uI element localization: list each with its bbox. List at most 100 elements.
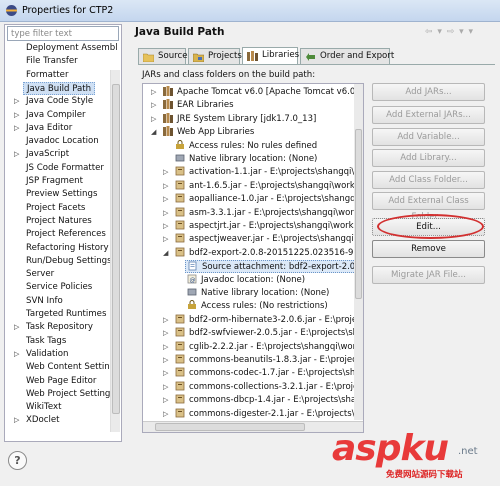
tree-row[interactable]: commons-dbcp-1.4.jar - E:\projects\shang… (175, 394, 363, 407)
tree-row[interactable]: activation-1.1.jar - E:\projects\shangqi… (175, 166, 363, 179)
nav-item[interactable]: Java Compiler (26, 109, 86, 122)
add-external-jars-button[interactable]: Add External JARs... (372, 106, 485, 124)
tab-libraries[interactable]: Libraries (242, 47, 299, 64)
tree-twisty-icon[interactable]: ◢ (163, 247, 168, 260)
nav-item[interactable]: Web Project Settings (26, 388, 115, 401)
nav-item[interactable]: Web Page Editor (26, 375, 96, 388)
tree-vertical-scrollbar[interactable] (354, 84, 363, 420)
nav-item[interactable]: XDoclet (26, 414, 60, 427)
nav-item[interactable]: Server (26, 268, 54, 281)
tree-row[interactable]: aspectjrt.jar - E:\projects\shangqi\work… (175, 220, 363, 233)
nav-item[interactable]: Java Editor (26, 122, 72, 135)
nav-item[interactable]: Java Build Path (23, 81, 96, 95)
tab-projects[interactable]: Projects (188, 48, 242, 64)
tree-row[interactable]: Source attachment: bdf2-export-2.0.8-20 (185, 260, 363, 274)
nav-scroll-thumb[interactable] (112, 84, 120, 414)
add-library-button[interactable]: Add Library... (372, 149, 485, 167)
tab-source[interactable]: Source (138, 48, 188, 64)
tree-twisty-icon[interactable]: ▷ (163, 220, 168, 233)
tree-row[interactable]: @ Javadoc location: (None) (187, 274, 305, 287)
migrate-jar-file-button[interactable]: Migrate JAR File... (372, 266, 485, 284)
nav-expand-icon[interactable]: ▷ (14, 348, 22, 361)
tree-row[interactable]: bdf2-orm-hibernate3-2.0.6.jar - E:\proje… (175, 314, 363, 327)
tab-order-and-export[interactable]: Order and Export (300, 48, 394, 64)
tree-twisty-icon[interactable]: ▷ (163, 314, 168, 327)
nav-item[interactable]: Java Code Style (26, 95, 93, 108)
tree-row[interactable]: commons-digester-2.1.jar - E:\projects\s… (175, 408, 363, 421)
nav-item[interactable]: Deployment Assembl (26, 42, 118, 55)
history-nav-icons[interactable]: ⇦ ▾ ⇨ ▾ ▾ (425, 27, 474, 37)
tree-row[interactable]: ant-1.6.5.jar - E:\projects\shangqi\work… (175, 180, 363, 193)
nav-item[interactable]: JavaScript (26, 148, 69, 161)
tree-row[interactable]: commons-codec-1.7.jar - E:\projects\shan… (175, 367, 363, 380)
nav-item[interactable]: Formatter (26, 69, 68, 82)
nav-scrollbar[interactable] (110, 70, 120, 432)
tree-twisty-icon[interactable]: ▷ (163, 354, 168, 367)
nav-item[interactable]: Web Content Settings (26, 361, 120, 374)
tree-twisty-icon[interactable]: ▷ (151, 113, 156, 126)
nav-item[interactable]: Refactoring History (26, 242, 109, 255)
add-variable-button[interactable]: Add Variable... (372, 128, 485, 146)
tree-twisty-icon[interactable]: ▷ (151, 99, 156, 112)
tree-twisty-icon[interactable]: ▷ (163, 166, 168, 179)
nav-item[interactable]: Project Natures (26, 215, 92, 228)
tree-row[interactable]: bdf2-swfviewer-2.0.5.jar - E:\projects\s… (175, 327, 363, 340)
tree-row[interactable]: commons-beanutils-1.8.3.jar - E:\project… (175, 354, 363, 367)
tree-twisty-icon[interactable]: ▷ (151, 86, 156, 99)
tree-twisty-icon[interactable]: ▷ (163, 341, 168, 354)
nav-item[interactable]: Validation (26, 348, 68, 361)
tree-row[interactable]: Apache Tomcat v6.0 [Apache Tomcat v6.0] (163, 86, 359, 99)
tree-twisty-icon[interactable]: ◢ (151, 126, 156, 139)
nav-item[interactable]: Task Tags (26, 335, 66, 348)
nav-item[interactable]: JS Code Formatter (26, 162, 104, 175)
nav-expand-icon[interactable]: ▷ (14, 109, 22, 122)
tree-row[interactable]: bdf2-export-2.0.8-20151225.023516-9.jar … (175, 247, 363, 260)
nav-item[interactable]: Targeted Runtimes (26, 308, 106, 321)
nav-expand-icon[interactable]: ▷ (14, 122, 22, 135)
add-jars-button[interactable]: Add JARs... (372, 83, 485, 101)
nav-item[interactable]: Project References (26, 228, 106, 241)
tree-twisty-icon[interactable]: ▷ (163, 381, 168, 394)
nav-expand-icon[interactable]: ▷ (14, 148, 22, 161)
tree-row[interactable]: Access rules: No rules defined (175, 139, 317, 153)
tree-row[interactable]: Native library location: (None) (175, 153, 317, 166)
nav-item[interactable]: Service Policies (26, 281, 92, 294)
tree-twisty-icon[interactable]: ▷ (163, 193, 168, 206)
filter-input[interactable]: type filter text (7, 26, 119, 41)
tree-twisty-icon[interactable]: ▷ (163, 367, 168, 380)
add-class-folder-button[interactable]: Add Class Folder... (372, 171, 485, 189)
tree-twisty-icon[interactable]: ▷ (163, 327, 168, 340)
nav-expand-icon[interactable]: ▷ (14, 95, 22, 108)
nav-item[interactable]: Run/Debug Settings (26, 255, 112, 268)
tree-row[interactable]: Web App Libraries (163, 126, 254, 139)
tree-row[interactable]: commons-collections-3.2.1.jar - E:\proje… (175, 381, 363, 394)
nav-item[interactable]: File Transfer (26, 55, 78, 68)
tree-row[interactable]: asm-3.3.1.jar - E:\projects\shangqi\work… (175, 207, 363, 220)
tree-row[interactable]: aopalliance-1.0.jar - E:\projects\shangq… (175, 193, 363, 206)
tree-row[interactable]: JRE System Library [jdk1.7.0_13] (163, 112, 316, 126)
nav-expand-icon[interactable]: ▷ (14, 321, 22, 334)
tree-twisty-icon[interactable]: ▷ (163, 207, 168, 220)
tree-twisty-icon[interactable]: ▷ (163, 233, 168, 246)
nav-item[interactable]: JSP Fragment (26, 175, 83, 188)
tree-row[interactable]: Native library location: (None) (187, 287, 329, 300)
remove-button[interactable]: Remove (372, 240, 485, 258)
tree-row[interactable]: Access rules: (No restrictions) (187, 300, 328, 313)
libraries-tree[interactable]: ▷ Apache Tomcat v6.0 [Apache Tomcat v6.0]… (142, 83, 364, 433)
help-icon[interactable]: ? (8, 451, 27, 470)
tree-row[interactable]: EAR Libraries (163, 99, 234, 112)
nav-item[interactable]: WikiText (26, 401, 61, 414)
nav-item[interactable]: Preview Settings (26, 188, 97, 201)
tree-hscroll-thumb[interactable] (155, 423, 305, 431)
tree-horizontal-scrollbar[interactable] (143, 421, 363, 432)
nav-item[interactable]: Javadoc Location (26, 135, 99, 148)
nav-item[interactable]: Task Repository (26, 321, 93, 334)
nav-item[interactable]: SVN Info (26, 295, 63, 308)
tree-vscroll-thumb[interactable] (355, 129, 362, 299)
tree-row[interactable]: cglib-2.2.2.jar - E:\projects\shangqi\wo… (175, 341, 363, 354)
tree-twisty-icon[interactable]: ▷ (163, 180, 168, 193)
tree-twisty-icon[interactable]: ▷ (163, 408, 168, 421)
nav-item[interactable]: Project Facets (26, 202, 85, 215)
add-external-class-folder-button[interactable]: Add External Class Folder... (372, 192, 485, 222)
tree-twisty-icon[interactable]: ▷ (163, 394, 168, 407)
